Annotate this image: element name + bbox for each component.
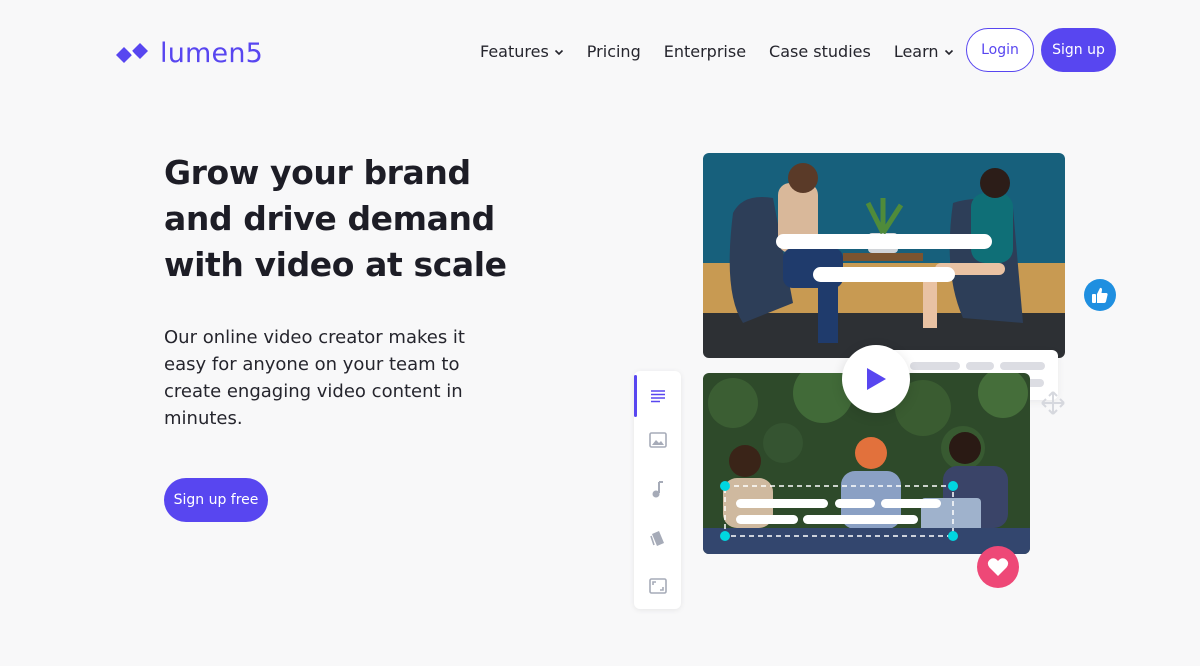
nav-learn[interactable]: Learn bbox=[894, 42, 954, 61]
nav-case-studies[interactable]: Case studies bbox=[769, 42, 871, 61]
music-icon bbox=[652, 481, 663, 498]
chevron-down-icon bbox=[944, 49, 953, 55]
tool-image[interactable] bbox=[634, 417, 681, 463]
tool-text[interactable] bbox=[634, 373, 681, 419]
thumbs-up-badge bbox=[1084, 279, 1116, 311]
nav-pricing-label: Pricing bbox=[586, 42, 641, 61]
tool-resize[interactable] bbox=[634, 563, 681, 609]
heart-icon bbox=[987, 558, 1009, 576]
login-button[interactable]: Login bbox=[966, 28, 1034, 72]
nav-pricing[interactable]: Pricing bbox=[587, 42, 641, 61]
play-button[interactable] bbox=[842, 345, 910, 413]
nav-learn-label: Learn bbox=[893, 42, 939, 61]
editor-toolbar bbox=[634, 371, 681, 609]
main-nav: Features Pricing Enterprise Case studies… bbox=[480, 42, 954, 61]
nav-case-studies-label: Case studies bbox=[769, 42, 871, 61]
nav-features[interactable]: Features bbox=[480, 42, 564, 61]
tool-style[interactable] bbox=[634, 515, 681, 561]
resize-handle bbox=[720, 481, 730, 491]
image-icon bbox=[648, 432, 667, 448]
tool-music[interactable] bbox=[634, 466, 681, 512]
resize-handle bbox=[720, 531, 730, 541]
resize-icon bbox=[648, 578, 667, 594]
signup-button[interactable]: Sign up bbox=[1041, 28, 1116, 72]
play-icon bbox=[867, 368, 886, 390]
style-icon bbox=[649, 531, 664, 546]
lumen5-logo-icon bbox=[116, 35, 148, 71]
resize-handle bbox=[948, 531, 958, 541]
nav-enterprise[interactable]: Enterprise bbox=[664, 42, 746, 61]
hero-subtitle: Our online video creator makes it easy f… bbox=[164, 327, 465, 429]
text-icon bbox=[650, 390, 665, 403]
interview-scene-image bbox=[703, 153, 1065, 358]
hero-title: Grow your brand and drive demand with vi… bbox=[164, 153, 507, 284]
nav-features-label: Features bbox=[480, 42, 549, 61]
brand-name: lumen5 bbox=[160, 37, 264, 69]
chevron-down-icon bbox=[554, 49, 563, 55]
resize-handle bbox=[948, 481, 958, 491]
nav-enterprise-label: Enterprise bbox=[663, 42, 747, 61]
signup-free-button[interactable]: Sign up free bbox=[164, 478, 268, 522]
heart-badge bbox=[977, 546, 1019, 588]
brand-logo[interactable]: lumen5 bbox=[112, 33, 263, 73]
thumbs-up-icon bbox=[1092, 287, 1108, 303]
move-icon[interactable] bbox=[1040, 390, 1066, 416]
